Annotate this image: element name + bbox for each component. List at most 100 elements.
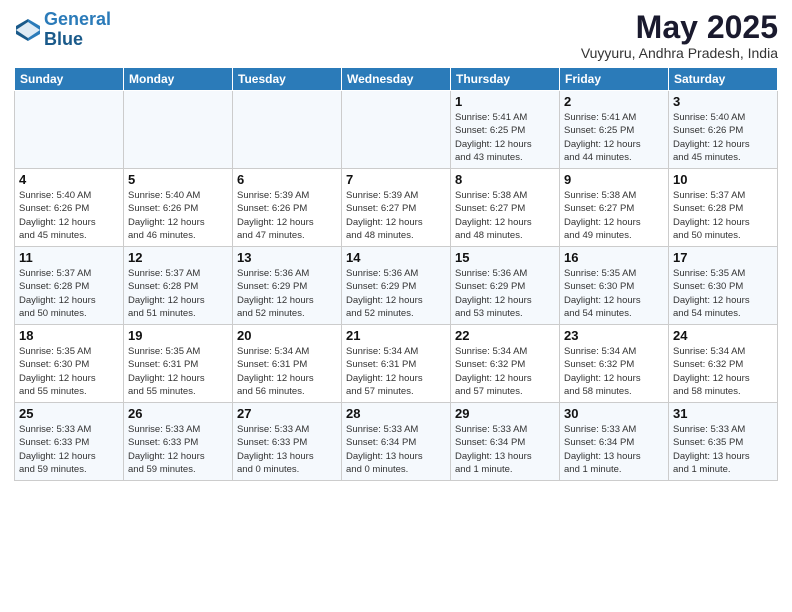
calendar-cell: 6 Sunrise: 5:39 AMSunset: 6:26 PMDaylight… (233, 169, 342, 247)
page: GeneralBlue May 2025 Vuyyuru, Andhra Pra… (0, 0, 792, 612)
day-info: Sunrise: 5:33 AMSunset: 6:33 PMDaylight:… (237, 423, 337, 476)
calendar-cell: 25Sunrise: 5:33 AMSunset: 6:33 PMDayligh… (15, 403, 124, 481)
day-info: Sunrise: 5:40 AMSunset: 6:26 PMDaylight:… (128, 189, 228, 242)
day-info: Sunrise: 5:33 AMSunset: 6:34 PMDaylight:… (564, 423, 664, 476)
calendar-cell: 22 Sunrise: 5:34 AMSunset: 6:32 PMDayligh… (451, 325, 560, 403)
day-number: 15 (455, 250, 555, 265)
day-info: Sunrise: 5:37 AMSunset: 6:28 PMDaylight:… (19, 267, 119, 320)
calendar-cell: 27 Sunrise: 5:33 AMSunset: 6:33 PMDayligh… (233, 403, 342, 481)
calendar-cell: 31Sunrise: 5:33 AMSunset: 6:35 PMDayligh… (669, 403, 778, 481)
day-number: 22 (455, 328, 555, 343)
day-info: Sunrise: 5:34 AMSunset: 6:31 PMDaylight:… (237, 345, 337, 398)
calendar-cell: 14Sunrise: 5:36 AMSunset: 6:29 PMDayligh… (342, 247, 451, 325)
day-info: Sunrise: 5:41 AMSunset: 6:25 PMDaylight:… (455, 111, 555, 164)
calendar-table: SundayMondayTuesdayWednesdayThursdayFrid… (14, 67, 778, 481)
header: GeneralBlue May 2025 Vuyyuru, Andhra Pra… (14, 10, 778, 61)
day-number: 31 (673, 406, 773, 421)
weekday-thursday: Thursday (451, 68, 560, 91)
day-info: Sunrise: 5:34 AMSunset: 6:32 PMDaylight:… (673, 345, 773, 398)
day-number: 24 (673, 328, 773, 343)
day-info: Sunrise: 5:37 AMSunset: 6:28 PMDaylight:… (128, 267, 228, 320)
day-number: 8 (455, 172, 555, 187)
calendar-cell: 2 Sunrise: 5:41 AMSunset: 6:25 PMDaylight… (560, 91, 669, 169)
calendar-cell: 17Sunrise: 5:35 AMSunset: 6:30 PMDayligh… (669, 247, 778, 325)
day-number: 13 (237, 250, 337, 265)
weekday-tuesday: Tuesday (233, 68, 342, 91)
weekday-wednesday: Wednesday (342, 68, 451, 91)
calendar-cell (15, 91, 124, 169)
calendar-cell: 1 Sunrise: 5:41 AMSunset: 6:25 PMDaylight… (451, 91, 560, 169)
day-info: Sunrise: 5:38 AMSunset: 6:27 PMDaylight:… (564, 189, 664, 242)
calendar-cell: 9 Sunrise: 5:38 AMSunset: 6:27 PMDaylight… (560, 169, 669, 247)
calendar-cell: 21 Sunrise: 5:34 AMSunset: 6:31 PMDayligh… (342, 325, 451, 403)
calendar-week-2: 4 Sunrise: 5:40 AMSunset: 6:26 PMDaylight… (15, 169, 778, 247)
calendar-week-3: 11 Sunrise: 5:37 AMSunset: 6:28 PMDayligh… (15, 247, 778, 325)
calendar-week-4: 18Sunrise: 5:35 AMSunset: 6:30 PMDayligh… (15, 325, 778, 403)
calendar-cell: 3 Sunrise: 5:40 AMSunset: 6:26 PMDaylight… (669, 91, 778, 169)
day-number: 19 (128, 328, 228, 343)
day-info: Sunrise: 5:40 AMSunset: 6:26 PMDaylight:… (19, 189, 119, 242)
calendar-cell: 20Sunrise: 5:34 AMSunset: 6:31 PMDayligh… (233, 325, 342, 403)
day-info: Sunrise: 5:36 AMSunset: 6:29 PMDaylight:… (237, 267, 337, 320)
calendar-cell: 28Sunrise: 5:33 AMSunset: 6:34 PMDayligh… (342, 403, 451, 481)
day-number: 9 (564, 172, 664, 187)
day-number: 1 (455, 94, 555, 109)
day-info: Sunrise: 5:33 AMSunset: 6:33 PMDaylight:… (128, 423, 228, 476)
calendar-cell: 11 Sunrise: 5:37 AMSunset: 6:28 PMDayligh… (15, 247, 124, 325)
calendar-cell: 16Sunrise: 5:35 AMSunset: 6:30 PMDayligh… (560, 247, 669, 325)
logo-name: GeneralBlue (44, 10, 111, 50)
day-info: Sunrise: 5:38 AMSunset: 6:27 PMDaylight:… (455, 189, 555, 242)
day-info: Sunrise: 5:35 AMSunset: 6:30 PMDaylight:… (673, 267, 773, 320)
calendar-cell: 7Sunrise: 5:39 AMSunset: 6:27 PMDaylight… (342, 169, 451, 247)
day-number: 21 (346, 328, 446, 343)
calendar-cell: 4 Sunrise: 5:40 AMSunset: 6:26 PMDaylight… (15, 169, 124, 247)
day-number: 3 (673, 94, 773, 109)
logo-icon (14, 16, 42, 44)
day-number: 11 (19, 250, 119, 265)
day-info: Sunrise: 5:39 AMSunset: 6:26 PMDaylight:… (237, 189, 337, 242)
calendar-cell (342, 91, 451, 169)
calendar-cell: 10Sunrise: 5:37 AMSunset: 6:28 PMDayligh… (669, 169, 778, 247)
day-number: 5 (128, 172, 228, 187)
calendar-cell: 24 Sunrise: 5:34 AMSunset: 6:32 PMDayligh… (669, 325, 778, 403)
calendar-cell: 19 Sunrise: 5:35 AMSunset: 6:31 PMDayligh… (124, 325, 233, 403)
calendar-cell: 18Sunrise: 5:35 AMSunset: 6:30 PMDayligh… (15, 325, 124, 403)
calendar-cell: 15 Sunrise: 5:36 AMSunset: 6:29 PMDayligh… (451, 247, 560, 325)
day-number: 25 (19, 406, 119, 421)
day-number: 29 (455, 406, 555, 421)
day-info: Sunrise: 5:36 AMSunset: 6:29 PMDaylight:… (455, 267, 555, 320)
day-number: 27 (237, 406, 337, 421)
calendar-cell: 13 Sunrise: 5:36 AMSunset: 6:29 PMDayligh… (233, 247, 342, 325)
calendar-cell (233, 91, 342, 169)
day-number: 4 (19, 172, 119, 187)
logo: GeneralBlue (14, 10, 111, 50)
day-info: Sunrise: 5:34 AMSunset: 6:31 PMDaylight:… (346, 345, 446, 398)
day-info: Sunrise: 5:37 AMSunset: 6:28 PMDaylight:… (673, 189, 773, 242)
weekday-saturday: Saturday (669, 68, 778, 91)
month-year-title: May 2025 (581, 10, 778, 45)
calendar-cell: 29Sunrise: 5:33 AMSunset: 6:34 PMDayligh… (451, 403, 560, 481)
day-info: Sunrise: 5:34 AMSunset: 6:32 PMDaylight:… (564, 345, 664, 398)
day-number: 26 (128, 406, 228, 421)
weekday-header-row: SundayMondayTuesdayWednesdayThursdayFrid… (15, 68, 778, 91)
calendar-cell: 30Sunrise: 5:33 AMSunset: 6:34 PMDayligh… (560, 403, 669, 481)
calendar-cell: 26 Sunrise: 5:33 AMSunset: 6:33 PMDayligh… (124, 403, 233, 481)
day-number: 2 (564, 94, 664, 109)
day-info: Sunrise: 5:40 AMSunset: 6:26 PMDaylight:… (673, 111, 773, 164)
day-number: 7 (346, 172, 446, 187)
calendar-cell: 12Sunrise: 5:37 AMSunset: 6:28 PMDayligh… (124, 247, 233, 325)
day-info: Sunrise: 5:34 AMSunset: 6:32 PMDaylight:… (455, 345, 555, 398)
day-info: Sunrise: 5:41 AMSunset: 6:25 PMDaylight:… (564, 111, 664, 164)
day-info: Sunrise: 5:35 AMSunset: 6:31 PMDaylight:… (128, 345, 228, 398)
weekday-monday: Monday (124, 68, 233, 91)
day-info: Sunrise: 5:35 AMSunset: 6:30 PMDaylight:… (564, 267, 664, 320)
weekday-sunday: Sunday (15, 68, 124, 91)
calendar-cell: 5 Sunrise: 5:40 AMSunset: 6:26 PMDaylight… (124, 169, 233, 247)
location-subtitle: Vuyyuru, Andhra Pradesh, India (581, 45, 778, 61)
day-info: Sunrise: 5:35 AMSunset: 6:30 PMDaylight:… (19, 345, 119, 398)
calendar-week-5: 25 Sunrise: 5:33 AMSunset: 6:33 PMDayligh… (15, 403, 778, 481)
title-block: May 2025 Vuyyuru, Andhra Pradesh, India (581, 10, 778, 61)
calendar-week-1: 1 Sunrise: 5:41 AMSunset: 6:25 PMDaylight… (15, 91, 778, 169)
day-number: 6 (237, 172, 337, 187)
calendar-cell: 23Sunrise: 5:34 AMSunset: 6:32 PMDayligh… (560, 325, 669, 403)
